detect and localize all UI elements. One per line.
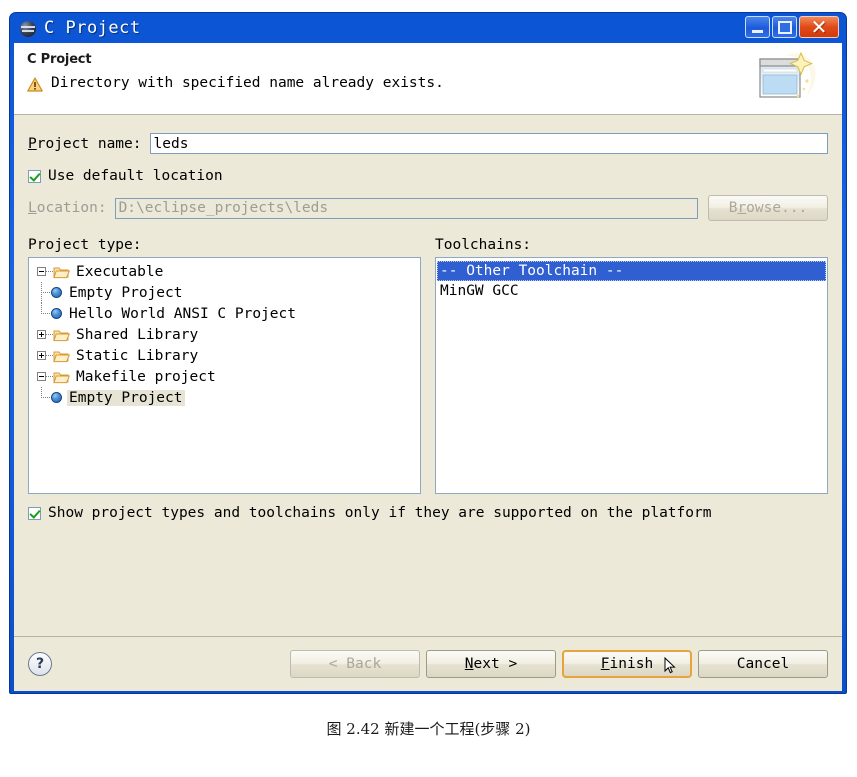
form-area: Project name: Use default location Locat… (14, 133, 842, 521)
project-name-input[interactable] (150, 133, 829, 154)
collapse-minus-icon[interactable] (37, 267, 46, 276)
folder-open-icon (53, 370, 70, 384)
project-type-panel: Project type: (28, 237, 421, 494)
project-type-label: Project type: (28, 237, 421, 253)
show-supported-only-checkbox[interactable] (28, 507, 41, 520)
collapse-minus-icon[interactable] (37, 372, 46, 381)
eclipse-sphere-icon (20, 20, 37, 37)
tree-node-label: Empty Project (67, 285, 185, 301)
help-icon[interactable]: ? (28, 652, 52, 676)
tree-node-executable[interactable]: Executable (29, 261, 420, 282)
toolchains-panel: Toolchains: -- Other Toolchain -- MinGW … (435, 237, 828, 494)
list-item-other-toolchain[interactable]: -- Other Toolchain -- (437, 261, 826, 281)
tree-connector (46, 334, 53, 336)
window-controls: ✕ (745, 16, 839, 38)
mouse-pointer-arrow (664, 657, 676, 674)
tree-node-label: Makefile project (74, 369, 218, 385)
toolchains-list[interactable]: -- Other Toolchain -- MinGW GCC (435, 257, 828, 494)
project-template-icon (51, 392, 62, 403)
expand-plus-icon[interactable] (37, 330, 46, 339)
use-default-location-row[interactable]: Use default location (28, 168, 828, 184)
location-row: Location: Browse... (28, 195, 828, 221)
wizard-buttons: < Back Next > Finish Cancel (290, 650, 828, 678)
tree-node-label: Executable (74, 264, 165, 280)
list-item-mingw-gcc[interactable]: MinGW GCC (437, 281, 826, 301)
tree-connector (29, 387, 51, 408)
window-title: C Project (44, 18, 141, 38)
screenshot-root: C Project ✕ C Project (0, 0, 857, 777)
folder-open-icon (53, 328, 70, 342)
project-name-label: Project name: (28, 136, 142, 152)
project-template-icon (51, 287, 62, 298)
tree-connector (46, 376, 53, 378)
wizard-banner: C Project Directory with specified name … (14, 43, 842, 115)
close-button[interactable]: ✕ (799, 16, 839, 38)
project-template-icon (51, 308, 62, 319)
tree-node-static-library[interactable]: Static Library (29, 345, 420, 366)
expand-plus-icon[interactable] (37, 351, 46, 360)
selection-panels: Project type: (28, 237, 828, 494)
project-name-row: Project name: (28, 133, 828, 154)
tree-connector (29, 282, 51, 303)
next-button[interactable]: Next > (426, 650, 556, 678)
toolchains-label: Toolchains: (435, 237, 828, 253)
cancel-button[interactable]: Cancel (698, 650, 828, 678)
use-default-location-checkbox[interactable] (28, 170, 41, 183)
minimize-button[interactable] (745, 16, 770, 38)
banner-message-text: Directory with specified name already ex… (51, 75, 444, 91)
project-type-tree[interactable]: Executable Empty Project (28, 257, 421, 494)
tree-node-label: Static Library (74, 348, 200, 364)
tree-node-label: Hello World ANSI C Project (67, 306, 298, 322)
show-supported-only-row[interactable]: Show project types and toolchains only i… (28, 505, 828, 521)
location-input (115, 198, 698, 219)
tree-node-hello-world-ansi-c[interactable]: Hello World ANSI C Project (29, 303, 420, 324)
new-project-wizard-icon (754, 51, 826, 107)
banner-title: C Project (27, 52, 842, 67)
tree-connector (46, 355, 53, 357)
c-project-dialog-window: C Project ✕ C Project (9, 12, 847, 694)
title-bar[interactable]: C Project ✕ (14, 13, 842, 43)
dialog-footer: ? < Back Next > Finish Cancel (14, 637, 842, 691)
back-button: < Back (290, 650, 420, 678)
folder-open-icon (53, 265, 70, 279)
location-label: Location: (28, 200, 107, 216)
minimize-icon (752, 30, 763, 33)
tree-node-empty-project-exec[interactable]: Empty Project (29, 282, 420, 303)
close-icon: ✕ (800, 17, 838, 37)
tree-node-label: Empty Project (67, 390, 185, 406)
banner-message-row: Directory with specified name already ex… (27, 75, 842, 92)
tree-node-makefile-project[interactable]: Makefile project (29, 366, 420, 387)
folder-open-icon (53, 349, 70, 363)
dialog-body: C Project Directory with specified name … (14, 43, 842, 691)
tree-node-empty-project-makefile[interactable]: Empty Project (29, 387, 420, 408)
show-supported-only-label: Show project types and toolchains only i… (48, 505, 711, 521)
tree-connector (46, 271, 53, 273)
figure-caption: 图 2.42 新建一个工程(步骤 2) (0, 718, 857, 739)
finish-button[interactable]: Finish (562, 650, 692, 678)
browse-button: Browse... (708, 195, 828, 221)
tree-node-label: Shared Library (74, 327, 200, 343)
use-default-location-label: Use default location (48, 168, 223, 184)
maximize-button[interactable] (772, 16, 797, 38)
tree-connector (29, 303, 51, 324)
maximize-icon (778, 21, 792, 34)
warning-triangle-icon (27, 77, 43, 92)
tree-node-shared-library[interactable]: Shared Library (29, 324, 420, 345)
